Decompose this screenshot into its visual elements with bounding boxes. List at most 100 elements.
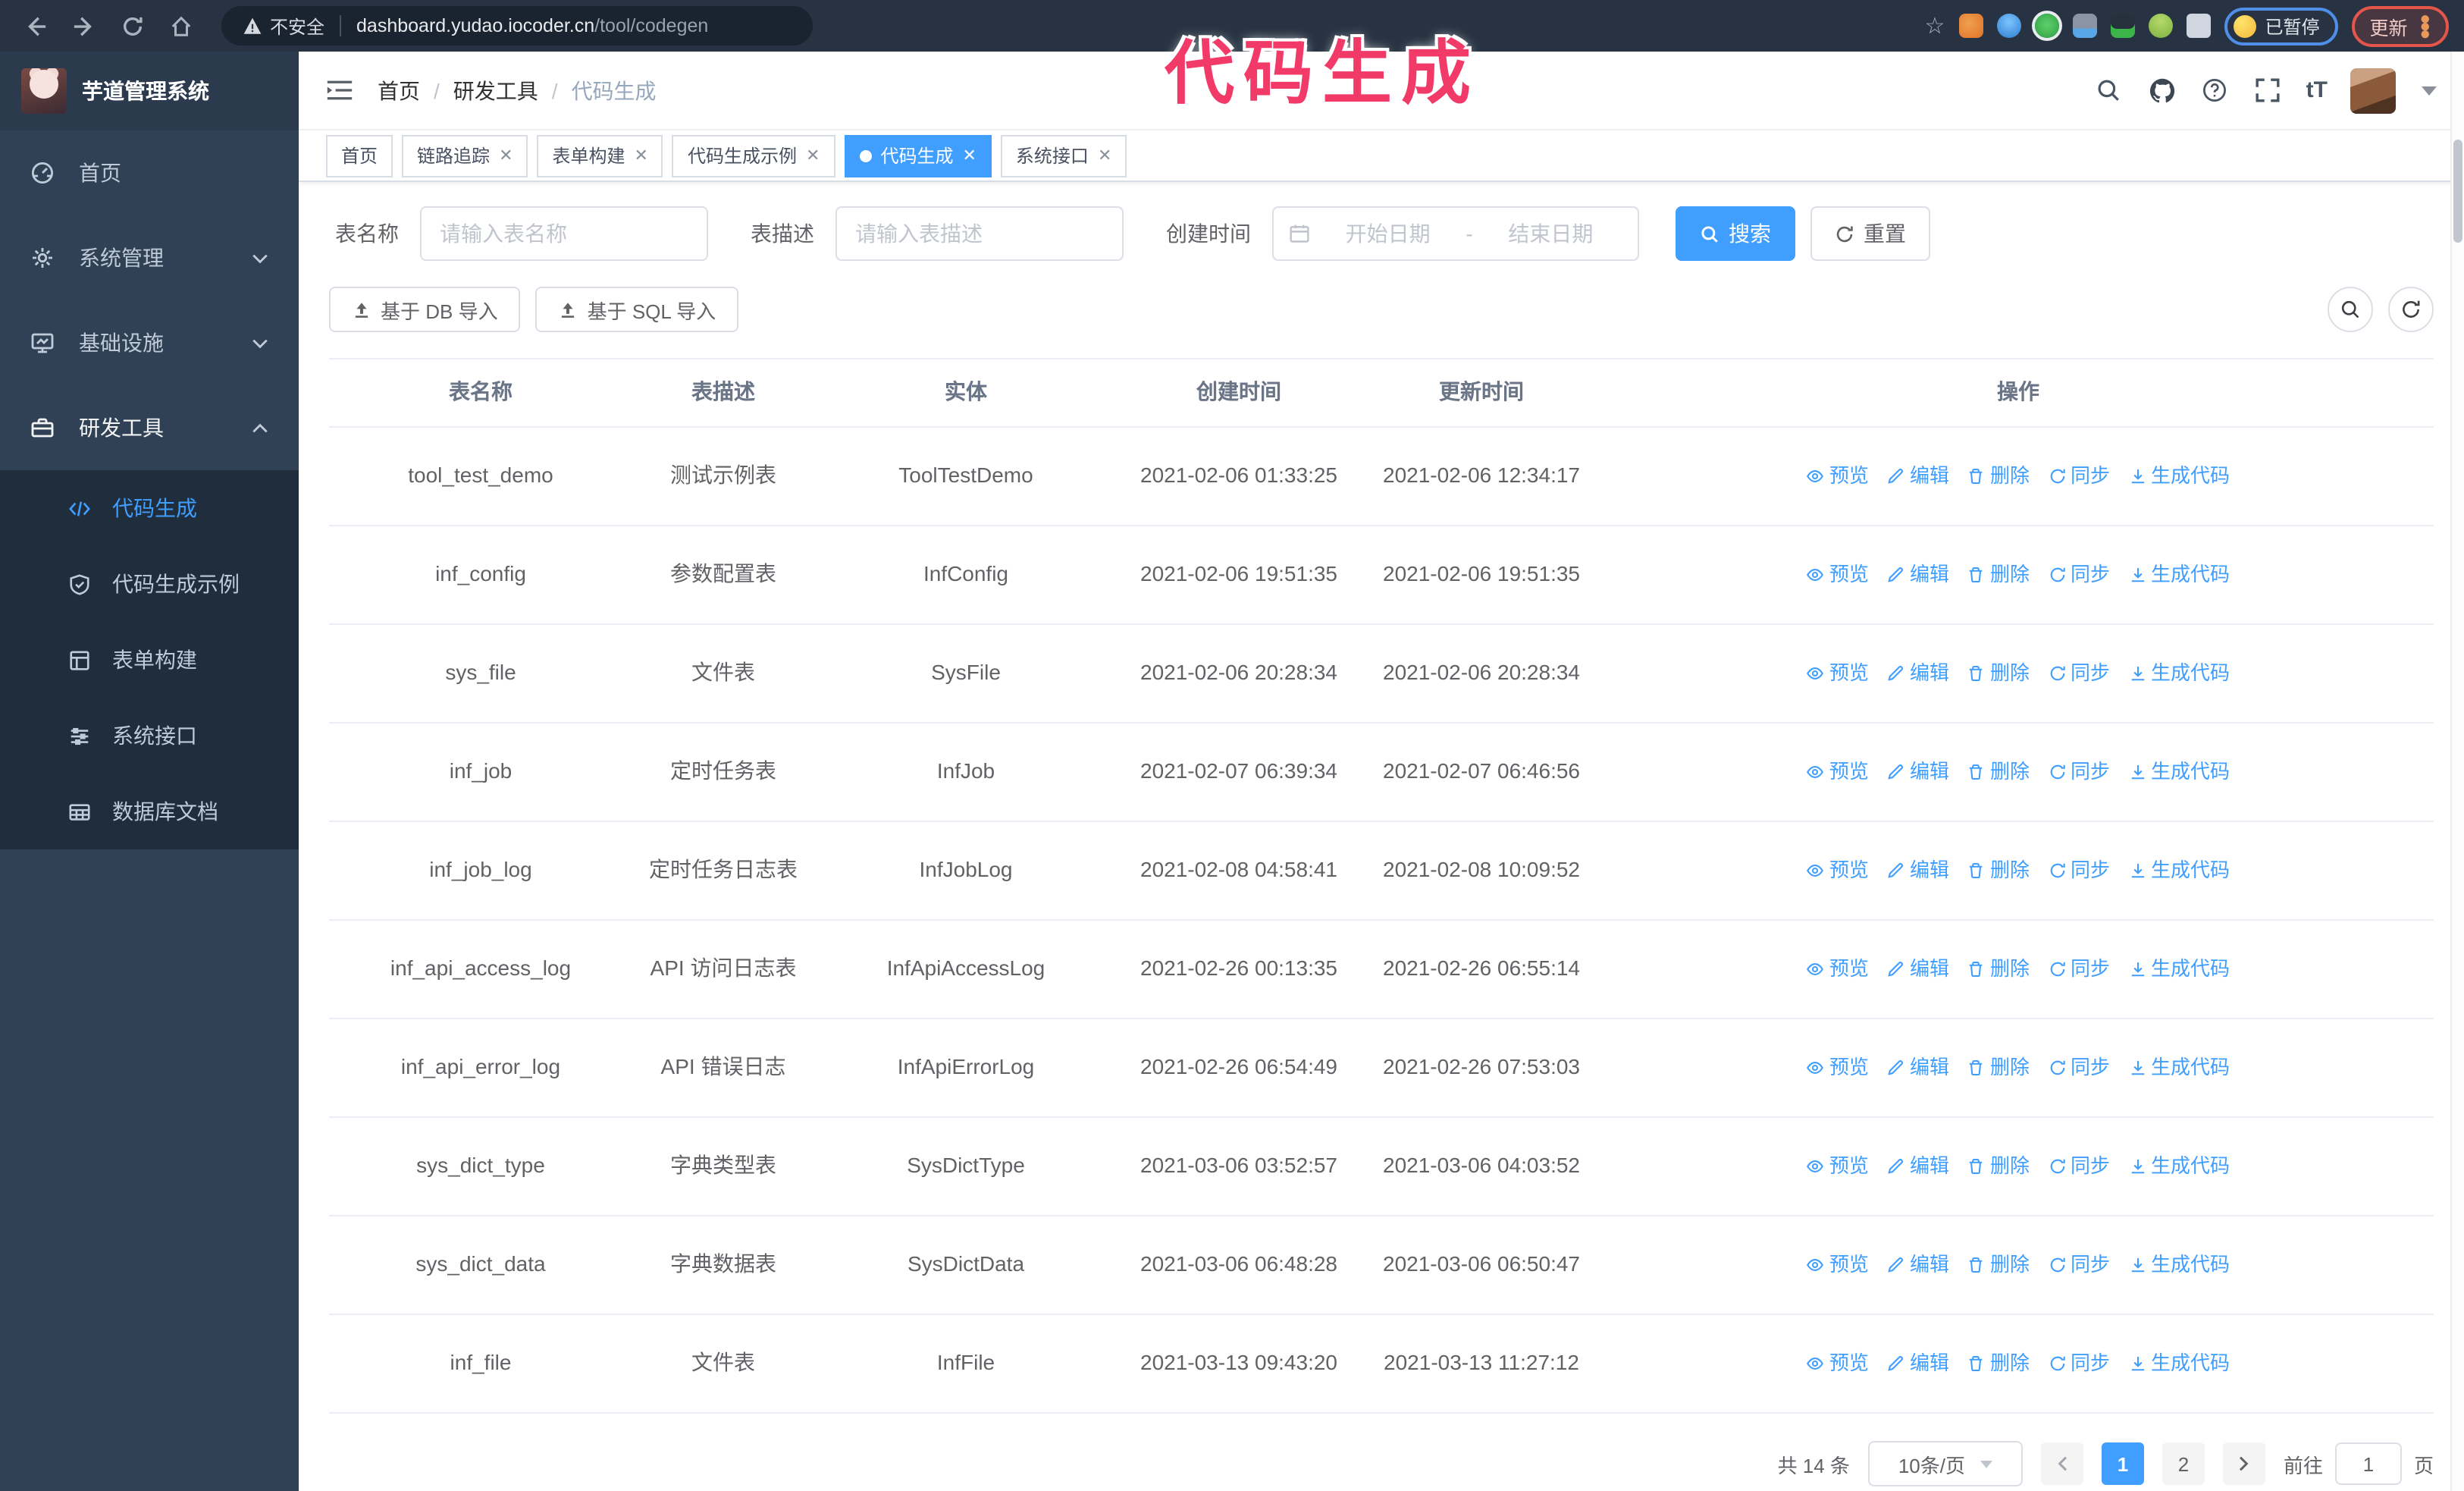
delete-link[interactable]: 删除 (1967, 855, 2030, 886)
extension-icon-blue-gem[interactable] (1996, 14, 2021, 38)
edit-link[interactable]: 编辑 (1887, 560, 1949, 590)
toggle-search-button[interactable] (2328, 287, 2373, 332)
tag-close-icon[interactable]: ✕ (806, 146, 820, 165)
browser-forward-icon[interactable] (64, 6, 103, 46)
browser-reload-icon[interactable] (112, 6, 152, 46)
sidebar-item-db-docs[interactable]: 数据库文档 (0, 774, 299, 849)
help-icon[interactable] (2200, 75, 2230, 105)
delete-link[interactable]: 删除 (1967, 1250, 2030, 1280)
tag-close-icon[interactable]: ✕ (962, 146, 976, 165)
generate-code-link[interactable]: 生成代码 (2128, 461, 2230, 491)
extension-icon-grid-drop[interactable] (2072, 14, 2097, 38)
sync-link[interactable]: 同步 (2048, 1053, 2110, 1083)
user-menu-caret-icon[interactable] (2422, 86, 2437, 95)
delete-link[interactable]: 删除 (1967, 461, 2030, 491)
github-icon[interactable] (2147, 75, 2177, 105)
edit-link[interactable]: 编辑 (1887, 1348, 1949, 1379)
sidebar-item-codegen-example[interactable]: 代码生成示例 (0, 546, 299, 622)
sidebar-item-infra[interactable]: 基础设施 (0, 300, 299, 385)
sync-link[interactable]: 同步 (2048, 954, 2110, 984)
preview-link[interactable]: 预览 (1807, 1053, 1869, 1083)
preview-link[interactable]: 预览 (1807, 757, 1869, 787)
generate-code-link[interactable]: 生成代码 (2128, 658, 2230, 689)
profile-paused-badge[interactable]: 已暂停 (2224, 7, 2338, 45)
sync-link[interactable]: 同步 (2048, 461, 2110, 491)
sidebar-item-devtools[interactable]: 研发工具 (0, 385, 299, 470)
browser-menu-dots-icon[interactable]: ● ● ● (2420, 8, 2431, 42)
breadcrumb-home[interactable]: 首页 (378, 75, 420, 105)
preview-link[interactable]: 预览 (1807, 1250, 1869, 1280)
edit-link[interactable]: 编辑 (1887, 461, 1949, 491)
page-button-1[interactable]: 1 (2101, 1442, 2144, 1485)
edit-link[interactable]: 编辑 (1887, 658, 1949, 689)
sync-link[interactable]: 同步 (2048, 855, 2110, 886)
sidebar-item-codegen[interactable]: 代码生成 (0, 470, 299, 546)
bookmark-star-icon[interactable]: ☆ (1925, 12, 1945, 39)
browser-update-button[interactable]: 更新 ● ● ● (2351, 5, 2449, 46)
edit-link[interactable]: 编辑 (1887, 855, 1949, 886)
edit-link[interactable]: 编辑 (1887, 1053, 1949, 1083)
sidebar-item-home[interactable]: 首页 (0, 130, 299, 215)
generate-code-link[interactable]: 生成代码 (2128, 757, 2230, 787)
user-avatar[interactable] (2350, 67, 2396, 113)
tag-close-icon[interactable]: ✕ (635, 146, 648, 165)
tag-form-builder[interactable]: 表单构建 ✕ (537, 134, 663, 177)
extensions-puzzle-icon[interactable] (2186, 14, 2211, 38)
page-button-2[interactable]: 2 (2161, 1442, 2205, 1485)
table-name-input[interactable] (420, 206, 708, 261)
tag-close-icon[interactable]: ✕ (1098, 146, 1111, 165)
generate-code-link[interactable]: 生成代码 (2128, 1053, 2230, 1083)
tag-close-icon[interactable]: ✕ (499, 146, 513, 165)
prev-page-button[interactable] (2040, 1442, 2083, 1485)
scrollbar-thumb[interactable] (2453, 140, 2462, 243)
search-button[interactable]: 搜索 (1676, 206, 1795, 261)
tag-tracing[interactable]: 链路追踪 ✕ (402, 134, 528, 177)
security-warning[interactable]: 不安全 (243, 13, 324, 39)
font-size-icon[interactable]: tT (2306, 77, 2328, 103)
browser-back-icon[interactable] (15, 6, 55, 46)
sync-link[interactable]: 同步 (2048, 658, 2110, 689)
preview-link[interactable]: 预览 (1807, 855, 1869, 886)
next-page-button[interactable] (2222, 1442, 2265, 1485)
preview-link[interactable]: 预览 (1807, 954, 1869, 984)
sync-link[interactable]: 同步 (2048, 560, 2110, 590)
extension-icon-green-figure[interactable] (2148, 14, 2173, 38)
delete-link[interactable]: 删除 (1967, 1348, 2030, 1379)
sync-link[interactable]: 同步 (2048, 1250, 2110, 1280)
generate-code-link[interactable]: 生成代码 (2128, 560, 2230, 590)
generate-code-link[interactable]: 生成代码 (2128, 1250, 2230, 1280)
edit-link[interactable]: 编辑 (1887, 954, 1949, 984)
goto-page-input[interactable] (2334, 1442, 2402, 1485)
page-size-select[interactable]: 10条/页 (1867, 1441, 2023, 1486)
header-search-icon[interactable] (2094, 75, 2124, 105)
delete-link[interactable]: 删除 (1967, 1151, 2030, 1182)
extension-icon-green-check[interactable] (2034, 14, 2059, 38)
generate-code-link[interactable]: 生成代码 (2128, 1151, 2230, 1182)
delete-link[interactable]: 删除 (1967, 757, 2030, 787)
sync-link[interactable]: 同步 (2048, 1348, 2110, 1379)
preview-link[interactable]: 预览 (1807, 461, 1869, 491)
preview-link[interactable]: 预览 (1807, 658, 1869, 689)
edit-link[interactable]: 编辑 (1887, 1250, 1949, 1280)
delete-link[interactable]: 删除 (1967, 954, 2030, 984)
tag-home[interactable]: 首页 (326, 134, 393, 177)
sync-link[interactable]: 同步 (2048, 1151, 2110, 1182)
browser-home-icon[interactable] (161, 6, 200, 46)
sidebar-item-form-builder[interactable]: 表单构建 (0, 622, 299, 698)
sidebar-logo[interactable]: 芋道管理系统 (0, 52, 299, 130)
delete-link[interactable]: 删除 (1967, 560, 2030, 590)
address-bar[interactable]: 不安全 dashboard.yudao.iocoder.cn/tool/code… (221, 6, 813, 46)
tag-codegen-example[interactable]: 代码生成示例 ✕ (672, 134, 835, 177)
tag-codegen[interactable]: 代码生成 ✕ (844, 134, 992, 177)
preview-link[interactable]: 预览 (1807, 1348, 1869, 1379)
sidebar-item-system[interactable]: 系统管理 (0, 215, 299, 300)
page-scrollbar[interactable] (2450, 52, 2464, 1491)
import-db-button[interactable]: 基于 DB 导入 (329, 287, 521, 332)
import-sql-button[interactable]: 基于 SQL 导入 (535, 287, 739, 332)
sidebar-toggle-icon[interactable] (326, 79, 353, 102)
sidebar-item-system-api[interactable]: 系统接口 (0, 698, 299, 774)
preview-link[interactable]: 预览 (1807, 560, 1869, 590)
reset-button[interactable]: 重置 (1810, 206, 1930, 261)
delete-link[interactable]: 删除 (1967, 658, 2030, 689)
generate-code-link[interactable]: 生成代码 (2128, 855, 2230, 886)
